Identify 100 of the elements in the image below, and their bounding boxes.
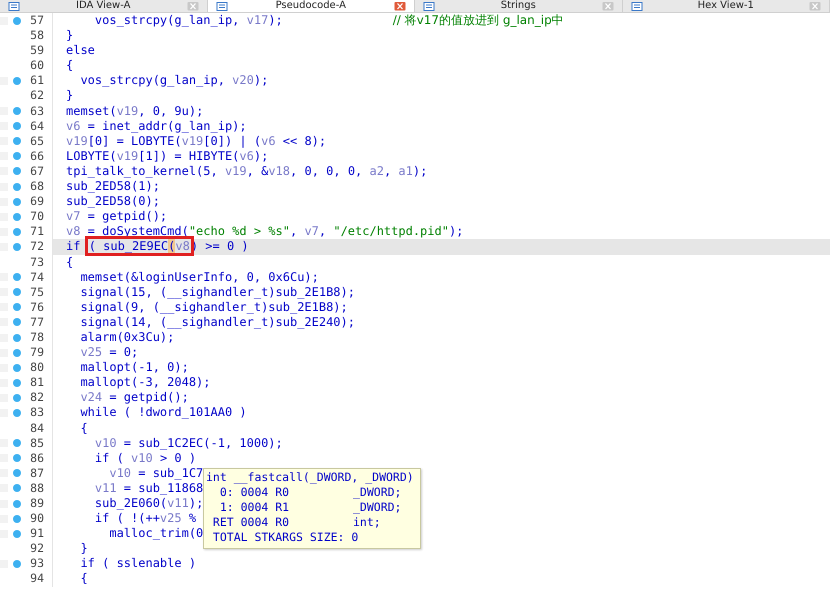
code-token: = 0; [108,345,138,360]
line-marker-dot[interactable] [13,16,21,25]
code-token: = sub_11868 [122,480,204,495]
line-marker-dot[interactable] [13,500,21,508]
code-token: a2 [370,164,384,178]
line-marker-dot[interactable] [13,242,21,251]
line-number: 66 [29,148,44,164]
line-number: 60 [29,58,44,74]
code-token: signal(9, (__sighandler_t)sub_2E1B8); [79,300,348,314]
line-marker-dot[interactable] [13,273,21,282]
line-marker-dot[interactable] [13,394,21,402]
code-token: tpi_talk_to_kernel(5, [66,164,219,178]
code-token: ); [268,13,283,27]
code-token: { [66,254,74,268]
code-token: = sub_1C2EC(-1, 1000); [122,436,283,450]
line-marker-dot[interactable] [13,288,21,296]
line-marker-dot[interactable] [13,167,21,176]
line-marker-dot[interactable] [13,198,21,206]
code-token: % [188,511,196,526]
tab-label: Hex View-1 [696,0,755,12]
line-number: 79 [29,345,44,360]
line-number: 71 [29,224,44,240]
close-icon[interactable] [394,2,406,10]
line-marker-dot[interactable] [13,182,21,191]
line-marker-dot[interactable] [13,212,21,221]
line-number: 80 [29,360,44,376]
line-number: 87 [29,466,44,481]
tooltip-text: RET 0004 R0 [212,515,290,530]
close-icon[interactable] [602,2,614,10]
line-number: 83 [29,405,44,421]
line-marker-dot[interactable] [13,334,21,342]
tab-label: Strings [500,0,537,12]
code-token: ); [412,164,428,178]
line-number: 89 [29,496,44,512]
line-marker-dot[interactable] [13,530,21,538]
tooltip-text: _DWORD; [353,485,402,500]
line-marker-dot[interactable] [13,228,21,236]
line-marker-dot[interactable] [13,122,21,130]
line-marker-dot[interactable] [13,303,21,312]
line-number: 73 [29,254,44,270]
line-number: 92 [29,541,44,556]
code-token: } [66,28,74,42]
line-marker-dot[interactable] [13,469,21,478]
code-token: } [66,88,74,102]
line-marker-dot[interactable] [13,514,21,523]
code-token: = getpid(); [86,209,168,224]
tooltip-text: TOTAL STKARGS SIZE: 0 [212,530,358,545]
tooltip-text: _DWORD; [353,500,402,515]
line-number: 93 [29,556,44,572]
line-marker-dot[interactable] [13,439,21,448]
code-token: "/etc/httpd.pid" [333,224,449,238]
line-number: 85 [29,436,44,451]
code-token: = doSystemCmd( [86,224,189,238]
code-token: , [318,224,328,238]
line-number: 77 [29,314,44,330]
code-token: if ( !(++ [94,511,160,526]
code-token: v6 [239,148,254,163]
line-marker-dot[interactable] [13,76,21,85]
code-token: malloc_trim(0 [108,526,204,540]
line-number: 62 [29,88,44,104]
code-token: ); [188,496,204,510]
editor-tab[interactable]: Strings [415,0,622,12]
code-token: v19 [182,134,204,148]
code-token: ); [448,224,464,238]
code-token: mallopt(-1, 0); [79,360,189,374]
line-number: 59 [29,43,44,58]
line-marker-dot[interactable] [13,152,21,160]
tooltip-text: 0: 0004 R0 [218,485,290,500]
line-marker-dot[interactable] [13,348,21,357]
line-marker-dot[interactable] [13,560,21,568]
editor-tab[interactable]: Pseudocode-A [208,0,415,12]
code-token: v10 [108,466,132,480]
tooltip-text: int; [353,515,381,530]
tooltip-text: int __fastcall(_DWORD, _DWORD) [206,470,414,485]
code-token: } [79,541,88,556]
code-token: vos_strcpy(g_lan_ip, [94,13,240,27]
line-marker-dot[interactable] [13,318,21,326]
code-token: else [66,43,95,58]
editor-tab[interactable]: IDA View-A [0,0,208,12]
code-token: v7 [304,224,319,238]
line-marker-dot[interactable] [13,107,21,116]
code-token: [1]) = HIBYTE( [138,148,240,163]
code-token: sub_2ED58(0); [66,194,160,208]
line-marker-dot[interactable] [13,137,21,146]
code-token: , 0, 9u); [138,104,204,118]
code-token: , & [246,164,268,178]
line-number: 64 [29,118,44,134]
line-marker-dot[interactable] [13,364,21,372]
code-token: v10 [131,450,153,465]
close-icon[interactable] [186,2,198,10]
line-marker-dot[interactable] [13,484,21,492]
close-icon[interactable] [809,2,821,10]
code-token: alarm(0x3Cu); [79,330,174,344]
code-token: [0]) | ( [203,134,262,148]
line-marker-dot[interactable] [13,378,21,387]
code-token: ( [168,239,176,254]
line-marker-dot[interactable] [13,408,21,417]
editor-tab[interactable]: Hex View-1 [622,0,830,12]
line-marker-dot[interactable] [13,454,21,462]
code-token: sub_2ED58(1); [66,179,160,194]
